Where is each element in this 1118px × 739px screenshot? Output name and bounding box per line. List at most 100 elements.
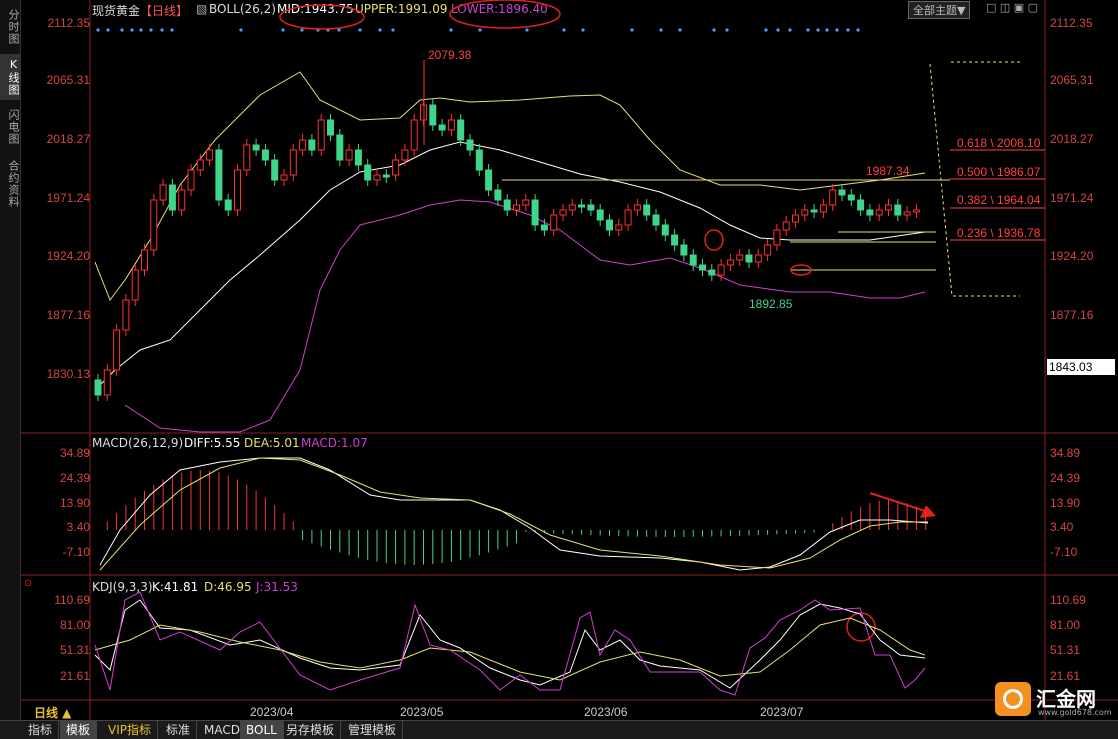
candle: [327, 119, 334, 136]
tab-manage-templates[interactable]: 管理模板: [342, 721, 404, 739]
candle: [894, 204, 902, 216]
left-axis-tick: 1924.20: [46, 249, 90, 263]
candle: [513, 204, 520, 211]
tab-indicators[interactable]: 指标: [22, 721, 60, 739]
signal-dot: [139, 28, 143, 32]
candle: [141, 249, 148, 271]
candle: [178, 189, 186, 211]
candle: [234, 169, 241, 211]
date-tick: 2023/07: [760, 705, 804, 719]
candle: [633, 204, 641, 211]
kdj-axis-tick-r: 21.61: [1050, 669, 1081, 683]
candle: [475, 149, 483, 171]
signal-dot: [846, 28, 850, 32]
signal-dot: [581, 28, 585, 32]
candle: [717, 264, 725, 276]
candle: [866, 209, 874, 216]
candle: [875, 209, 883, 216]
signal-dot: [776, 28, 780, 32]
tab-templates[interactable]: 模板: [60, 721, 98, 739]
fib-382-label: 0.382 \ 1964.04: [957, 193, 1041, 207]
candle: [261, 149, 269, 161]
candle: [801, 209, 809, 216]
candle: [540, 224, 548, 231]
signal-dot: [96, 28, 100, 32]
candle: [280, 174, 288, 181]
recent-high-label: 1987.34: [866, 164, 910, 178]
macd-axis-tick: 13.90: [59, 496, 90, 510]
signal-dot: [149, 28, 153, 32]
candle: [485, 169, 493, 191]
candle: [568, 204, 576, 211]
candle: [857, 199, 865, 211]
signal-dot: [856, 28, 860, 32]
tab-vip-indicators[interactable]: VIP指标: [102, 721, 158, 739]
candle: [782, 221, 790, 231]
right-axis-tick: 1924.20: [1050, 249, 1094, 263]
candle: [354, 149, 362, 166]
candle: [252, 144, 260, 151]
candle: [206, 149, 214, 161]
left-axis-tick: 1971.24: [46, 191, 90, 205]
signal-dot: [106, 28, 110, 32]
right-axis-tick: 2018.27: [1050, 132, 1094, 146]
macd-diff: DIFF:5.55: [184, 436, 241, 450]
candle: [624, 209, 632, 226]
candle: [847, 194, 855, 201]
left-axis-tick: 1830.13: [46, 367, 90, 381]
candle: [243, 144, 251, 171]
candle: [392, 159, 400, 176]
candle: [652, 214, 660, 226]
kdj-axis-tick-r: 110.69: [1050, 593, 1086, 607]
signal-dot: [825, 28, 829, 32]
candle: [819, 204, 827, 213]
right-axis-tick: 1877.16: [1050, 308, 1094, 322]
signal-dot: [788, 28, 792, 32]
candle: [810, 209, 818, 213]
signal-dot: [816, 28, 820, 32]
candle: [317, 119, 325, 151]
candle: [550, 214, 558, 231]
date-tick: 2023/04: [250, 705, 294, 719]
chart-canvas[interactable]: 2079.38 1892.85 1987.34 0.618 \ 2008.10 …: [0, 0, 1118, 738]
candle: [159, 184, 167, 201]
candle: [522, 199, 530, 206]
candle: [578, 204, 586, 208]
signal-dot: [478, 28, 482, 32]
candle: [745, 254, 753, 263]
candle: [494, 189, 502, 201]
date-tick: 2023/05: [400, 705, 444, 719]
candle: [596, 209, 604, 221]
candle: [829, 189, 837, 206]
candle: [885, 204, 892, 211]
candle: [754, 254, 762, 263]
kdj-k: K:41.81: [152, 580, 199, 594]
candle: [429, 104, 437, 126]
low-label: 1892.85: [749, 297, 793, 311]
left-axis-tick: 2112.35: [47, 16, 91, 30]
candle: [299, 139, 307, 151]
period-toggle-button[interactable]: 日线 ▲: [34, 704, 71, 721]
macd-axis-tick-r: 3.40: [1050, 520, 1074, 534]
candle: [671, 234, 679, 246]
kdj-axis-tick-r: 51.31: [1050, 643, 1081, 657]
tab-standard[interactable]: 标准: [160, 721, 198, 739]
macd-label: MACD(26,12,9): [92, 436, 184, 450]
candle: [559, 209, 567, 216]
macd-value: MACD:1.07: [301, 436, 368, 450]
candle: [912, 209, 920, 213]
fib-236-label: 0.236 \ 1936.78: [957, 226, 1041, 240]
signal-dot: [630, 28, 634, 32]
candle: [224, 199, 232, 211]
right-axis-tick: 2065.31: [1050, 73, 1094, 87]
candle: [308, 139, 316, 151]
candle: [708, 269, 716, 276]
candle: [289, 149, 297, 176]
indicator-icon[interactable]: ⊙: [24, 578, 32, 589]
candle: [150, 199, 158, 251]
candle: [699, 264, 706, 271]
tab-boll[interactable]: BOLL: [240, 721, 284, 739]
tab-save-template[interactable]: 另存模板: [280, 721, 342, 739]
candle: [643, 204, 651, 216]
candle: [410, 119, 418, 151]
